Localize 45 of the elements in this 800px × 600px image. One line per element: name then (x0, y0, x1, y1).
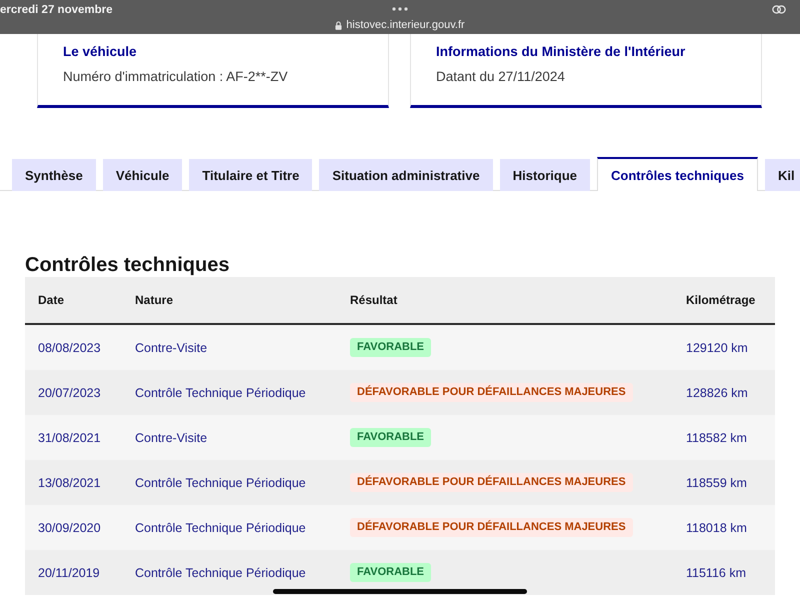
result-badge: DÉFAVORABLE POUR DÉFAILLANCES MAJEURES (350, 518, 633, 537)
status-date: ercredi 27 novembre (0, 3, 113, 17)
mileage-cell-text: 118582 km (685, 430, 748, 446)
result-badge: DÉFAVORABLE POUR DÉFAILLANCES MAJEURES (350, 473, 633, 492)
nature-cell-text: Contre-Visite (134, 340, 208, 356)
mileage-cell-text: 115116 km (685, 564, 747, 580)
address-url[interactable]: histovec.interieur.gouv.fr (346, 18, 465, 32)
tab[interactable]: Kil (764, 159, 800, 191)
chain-link-icon[interactable] (772, 4, 786, 14)
date-cell-text: 31/08/2021 (37, 430, 102, 446)
column-header: Date (37, 293, 66, 307)
result-badge: FAVORABLE (350, 563, 432, 582)
card-text: Numéro d'immatriculation : AF-2**-ZV (63, 68, 289, 85)
date-cell-text: 13/08/2021 (37, 474, 102, 490)
lock-icon (335, 20, 342, 30)
nature-cell-text: Contrôle Technique Périodique (134, 520, 307, 536)
nature-cell-text: Contrôle Technique Périodique (134, 564, 307, 580)
date-cell-text: 20/07/2023 (37, 384, 102, 400)
tab[interactable]: Titulaire et Titre (189, 159, 312, 191)
more-icon[interactable] (392, 7, 408, 11)
mileage-cell-text: 118559 km (685, 474, 748, 490)
nature-cell-text: Contrôle Technique Périodique (134, 384, 307, 400)
mileage-cell-text: 118018 km (685, 520, 748, 536)
tab[interactable]: Véhicule (102, 159, 182, 191)
nature-cell-text: Contre-Visite (134, 430, 208, 446)
tab[interactable]: Situation administrative (319, 159, 493, 191)
mileage-cell-text: 129120 km (685, 340, 749, 356)
nature-cell-text: Contrôle Technique Périodique (134, 474, 307, 490)
card-title: Le véhicule (63, 43, 138, 60)
mileage-cell-text: 128826 km (685, 384, 749, 400)
tab[interactable]: Synthèse (12, 159, 96, 191)
card-text: Datant du 27/11/2024 (436, 68, 566, 85)
date-cell-text: 20/11/2019 (37, 564, 101, 580)
tab[interactable]: Contrôles techniques (597, 157, 758, 191)
result-badge: FAVORABLE (350, 428, 432, 447)
date-cell-text: 30/09/2020 (37, 520, 102, 536)
tab[interactable]: Historique (500, 159, 590, 191)
section-heading: Contrôles techniques (25, 253, 230, 277)
result-badge: FAVORABLE (350, 338, 432, 357)
result-badge: DÉFAVORABLE POUR DÉFAILLANCES MAJEURES (350, 383, 633, 402)
date-cell-text: 08/08/2023 (37, 340, 102, 356)
column-header: Résultat (349, 293, 398, 307)
column-header: Kilométrage (685, 293, 756, 307)
column-header: Nature (134, 293, 174, 307)
card-title: Informations du Ministère de l'Intérieur (436, 43, 686, 60)
